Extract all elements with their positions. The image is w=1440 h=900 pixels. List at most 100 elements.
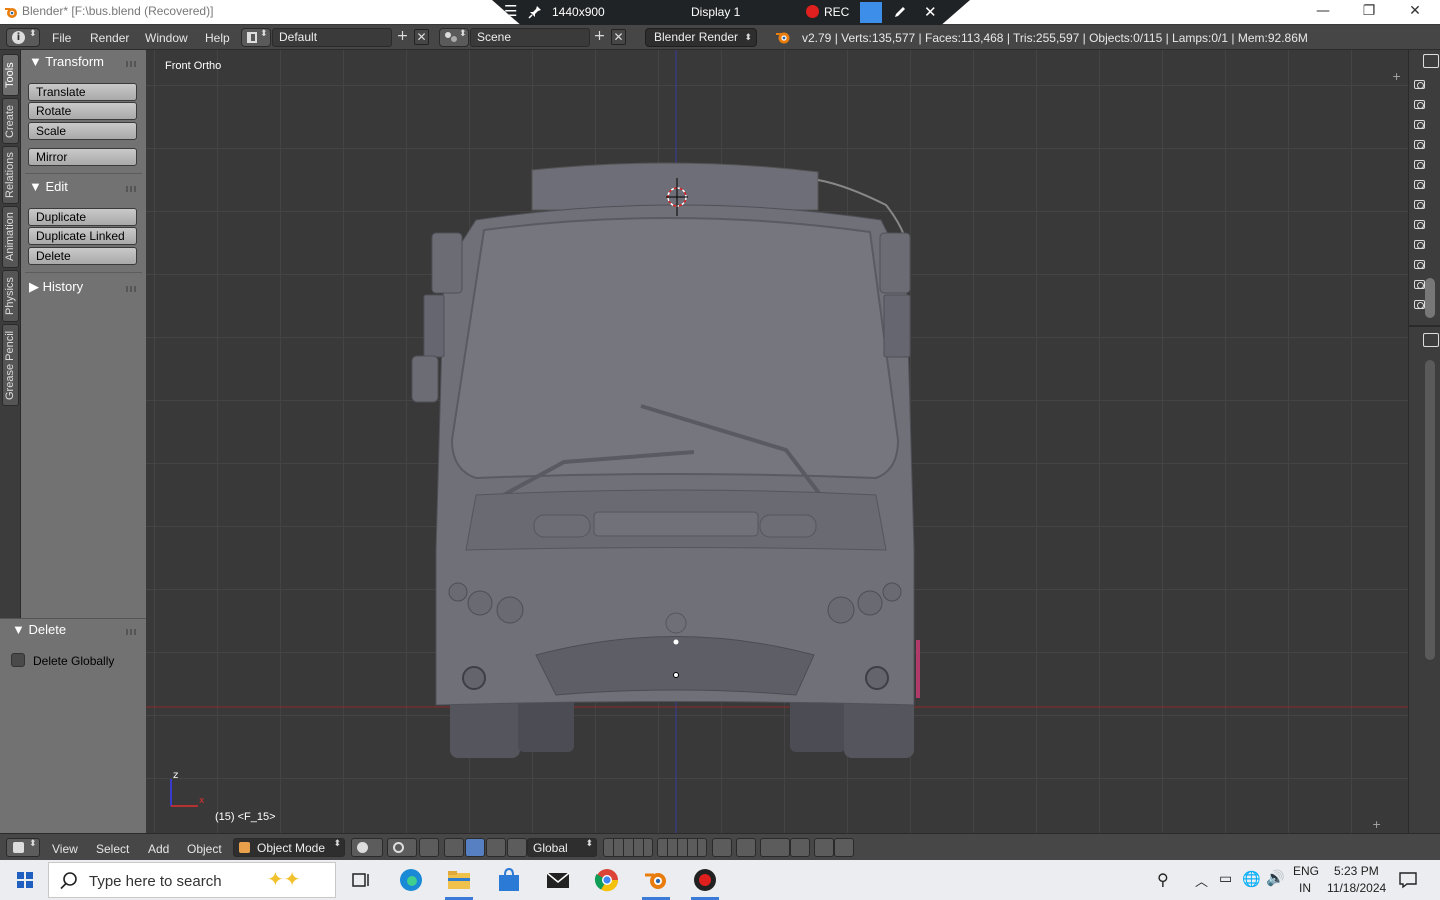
editor-type-button[interactable]: i ⬍: [6, 28, 40, 47]
close-overlay-icon[interactable]: ✕: [924, 3, 937, 21]
tab-relations[interactable]: Relations: [2, 146, 19, 204]
scene-field[interactable]: Scene: [470, 28, 590, 47]
outliner-strip[interactable]: [1408, 50, 1440, 833]
render-visibility-icon[interactable]: [1414, 100, 1425, 109]
render-visibility-icon[interactable]: [1414, 280, 1425, 289]
volume-icon[interactable]: 🔊: [1266, 869, 1285, 887]
tab-tools[interactable]: Tools: [2, 54, 19, 96]
render-visibility-icon[interactable]: [1414, 80, 1425, 89]
record-dot-icon[interactable]: [806, 5, 819, 18]
tab-physics[interactable]: Physics: [2, 270, 19, 322]
rotate-manipulator-button[interactable]: [486, 838, 506, 857]
people-icon[interactable]: ⚲: [1157, 870, 1169, 890]
properties-icon[interactable]: [1423, 333, 1439, 347]
layers-row-1[interactable]: [603, 838, 653, 857]
blender-taskbar-icon[interactable]: [642, 866, 670, 894]
language-label[interactable]: ENG: [1293, 864, 1319, 878]
render-visibility-icon[interactable]: [1414, 300, 1425, 309]
taskbar-search-box[interactable]: Type here to search ✦✦: [48, 862, 336, 898]
menu-object[interactable]: Object: [187, 842, 222, 856]
lock-layers-button[interactable]: [712, 838, 732, 857]
drag-grip-icon[interactable]: [126, 629, 138, 635]
tab-grease-pencil[interactable]: Grease Pencil: [2, 324, 19, 406]
tab-animation[interactable]: Animation: [2, 206, 19, 268]
render-visibility-icon[interactable]: [1414, 180, 1425, 189]
rec-label[interactable]: REC: [824, 5, 849, 19]
region-label[interactable]: IN: [1299, 881, 1311, 895]
transform-orientation-dropdown[interactable]: Global ⬍: [527, 838, 597, 857]
menu-render[interactable]: Render: [90, 31, 129, 45]
add-scene-icon[interactable]: +: [592, 29, 607, 45]
delete-globally-checkbox[interactable]: [11, 653, 25, 667]
3d-viewport[interactable]: Front Ortho z x (15) <F_15> + +: [146, 50, 1408, 833]
snap-target-button[interactable]: [790, 838, 810, 857]
chevron-up-icon[interactable]: ︿: [1195, 871, 1208, 890]
layers-row-2[interactable]: [657, 838, 707, 857]
camera-icon[interactable]: [860, 2, 882, 23]
snap-element-dropdown[interactable]: [760, 838, 790, 857]
pivot-manipulate-button[interactable]: [419, 838, 439, 857]
render-visibility-icon[interactable]: [1414, 200, 1425, 209]
menu-add[interactable]: Add: [148, 842, 169, 856]
close-button[interactable]: ✕: [1392, 0, 1438, 24]
menu-file[interactable]: File: [52, 31, 71, 45]
render-animation-button[interactable]: [834, 838, 854, 857]
render-engine-dropdown[interactable]: Blender Render ⬍: [645, 28, 757, 47]
menu-window[interactable]: Window: [145, 31, 188, 45]
menu-help[interactable]: Help: [205, 31, 230, 45]
rotate-button[interactable]: Rotate: [28, 102, 137, 120]
render-visibility-icon[interactable]: [1414, 120, 1425, 129]
render-visibility-icon[interactable]: [1414, 140, 1425, 149]
outliner-scrollbar[interactable]: [1425, 278, 1435, 318]
viewport-shading-dropdown[interactable]: [351, 838, 383, 857]
pin-icon[interactable]: [528, 5, 542, 19]
tab-create[interactable]: Create: [2, 98, 19, 144]
properties-scrollbar[interactable]: [1425, 360, 1435, 660]
mirror-button[interactable]: Mirror: [28, 148, 137, 166]
restore-button[interactable]: ❐: [1346, 0, 1392, 24]
clock-date[interactable]: 11/18/2024: [1327, 881, 1386, 895]
menu-view[interactable]: View: [52, 842, 78, 856]
remove-scene-icon[interactable]: ✕: [611, 29, 626, 45]
manipulator-toggle-button[interactable]: [444, 838, 464, 857]
pen-icon[interactable]: [893, 5, 907, 19]
area-split-plus-icon[interactable]: +: [1392, 70, 1401, 83]
notifications-icon[interactable]: [1398, 871, 1418, 889]
render-opengl-button[interactable]: [814, 838, 834, 857]
minimize-button[interactable]: —: [1300, 0, 1346, 24]
drag-grip-icon[interactable]: [126, 286, 138, 292]
render-visibility-icon[interactable]: [1414, 160, 1425, 169]
edge-browser-icon[interactable]: [397, 866, 425, 894]
menu-select[interactable]: Select: [96, 842, 129, 856]
pivot-point-dropdown[interactable]: [387, 838, 417, 857]
file-explorer-icon[interactable]: [445, 866, 473, 894]
scene-icon-button[interactable]: ⬍: [439, 28, 469, 47]
task-view-icon[interactable]: [347, 866, 375, 894]
clock-time[interactable]: 5:23 PM: [1334, 864, 1379, 878]
duplicate-linked-button[interactable]: Duplicate Linked: [28, 227, 137, 245]
screen-layout-icon-button[interactable]: ⬍: [241, 28, 271, 47]
windows-start-icon[interactable]: [11, 866, 39, 894]
duplicate-button[interactable]: Duplicate: [28, 208, 137, 226]
operator-panel-header[interactable]: ▼ Delete: [12, 622, 66, 637]
edit-panel-header[interactable]: ▼ Edit: [29, 179, 68, 194]
screen-recorder-icon[interactable]: [691, 866, 719, 894]
delete-button[interactable]: Delete: [28, 247, 137, 265]
layout-field[interactable]: Default: [272, 28, 392, 47]
transform-panel-header[interactable]: ▼ Transform: [29, 54, 104, 69]
proportional-editing-button[interactable]: [736, 838, 756, 857]
outliner-icon[interactable]: [1423, 54, 1439, 68]
add-layout-icon[interactable]: +: [395, 29, 410, 45]
chrome-icon[interactable]: [593, 866, 621, 894]
translate-manipulator-button[interactable]: [465, 838, 485, 857]
translate-button[interactable]: Translate: [28, 83, 137, 101]
scale-button[interactable]: Scale: [28, 122, 137, 140]
render-visibility-icon[interactable]: [1414, 220, 1425, 229]
drag-grip-icon[interactable]: [126, 186, 138, 192]
network-globe-icon[interactable]: 🌐: [1242, 870, 1261, 888]
history-panel-header[interactable]: ▶ History: [29, 279, 83, 295]
area-split-plus-icon[interactable]: +: [1372, 818, 1381, 831]
editor-type-button[interactable]: ⬍: [6, 838, 40, 857]
remove-layout-icon[interactable]: ✕: [414, 29, 429, 45]
meet-now-icon[interactable]: ▭: [1219, 870, 1232, 887]
